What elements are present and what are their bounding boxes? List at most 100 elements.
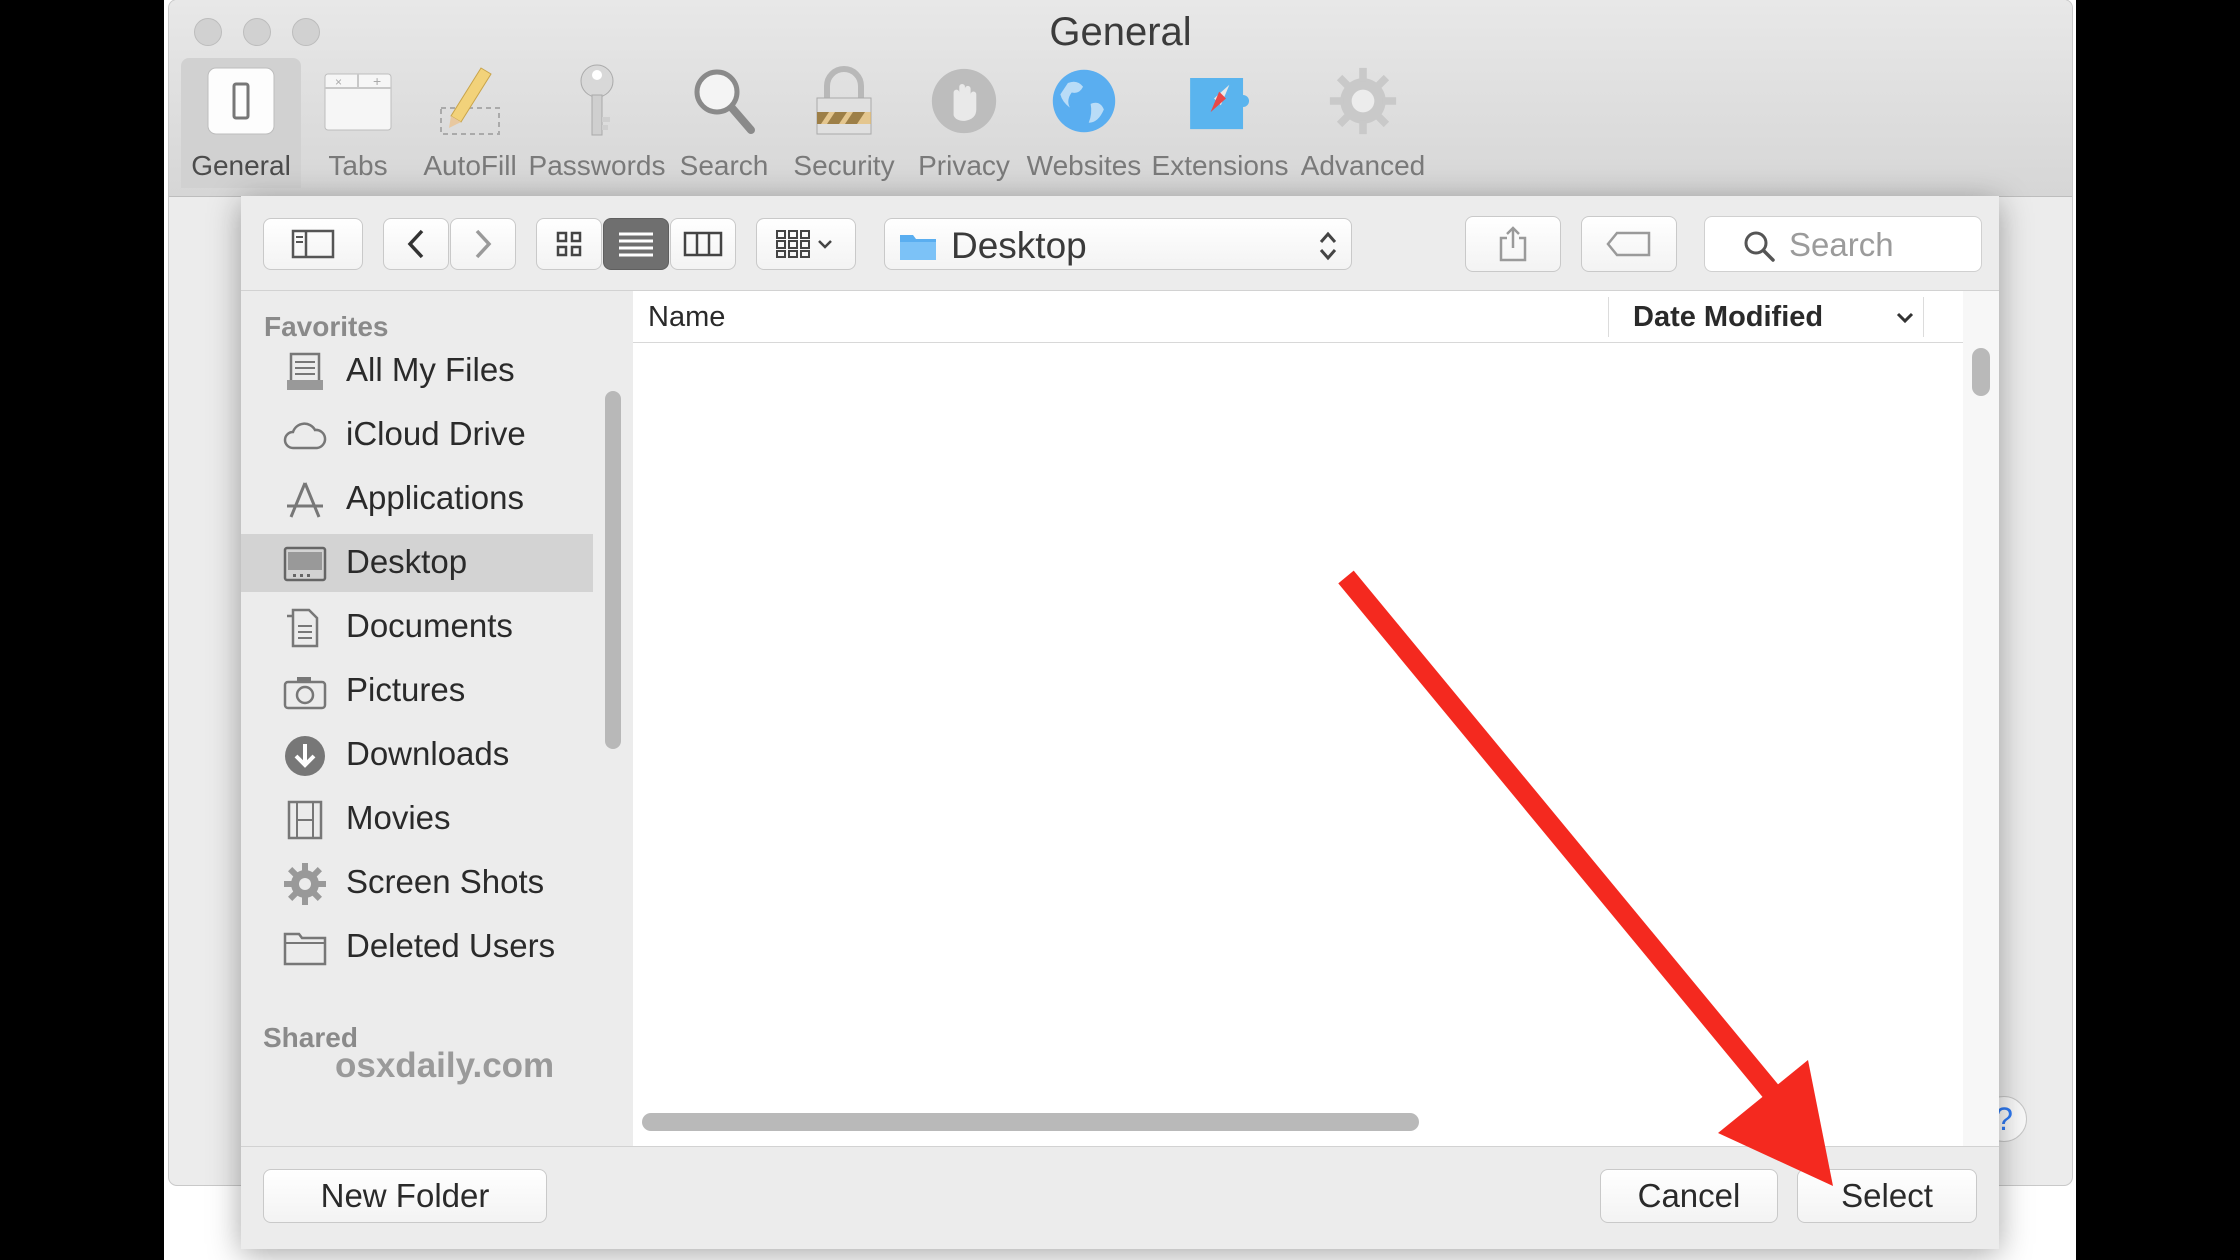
sidebar-item-applications[interactable]: Applications bbox=[241, 470, 593, 528]
tab-search-label: Search bbox=[679, 150, 769, 181]
gear-icon bbox=[283, 863, 327, 905]
open-panel: Desktop Search Favorites All My Files iC… bbox=[241, 196, 1999, 1249]
watermark: osxdaily.com bbox=[335, 1046, 555, 1085]
tab-passwords[interactable]: Passwords bbox=[527, 58, 667, 188]
sidebar-item-label: iCloud Drive bbox=[346, 415, 526, 452]
sidebar-item-all-my-files[interactable]: All My Files bbox=[241, 342, 593, 400]
tags-button[interactable] bbox=[1581, 216, 1677, 272]
tab-extensions[interactable]: Extensions bbox=[1147, 58, 1293, 188]
tag-icon bbox=[1606, 231, 1651, 257]
window-title: General bbox=[1049, 10, 1192, 54]
sidebar-item-icloud-drive[interactable]: iCloud Drive bbox=[241, 406, 593, 464]
tab-tabs[interactable]: × + Tabs bbox=[303, 58, 413, 188]
vertical-scrollbar[interactable] bbox=[1972, 348, 1990, 396]
gear-icon bbox=[1328, 64, 1398, 138]
tabs-icon: × + bbox=[323, 64, 393, 138]
file-list: Name Date Modified bbox=[633, 291, 1963, 1146]
share-button[interactable] bbox=[1465, 216, 1561, 272]
globe-icon bbox=[1049, 64, 1119, 138]
sidebar-item-deleted-users[interactable]: Deleted Users bbox=[241, 918, 593, 976]
tab-advanced-label: Advanced bbox=[1300, 150, 1426, 181]
hand-icon bbox=[929, 64, 999, 138]
tab-search[interactable]: Search bbox=[669, 58, 779, 188]
sidebar-item-desktop[interactable]: Desktop bbox=[241, 534, 593, 592]
sidebar-item-label: Applications bbox=[346, 479, 524, 516]
back-button[interactable] bbox=[383, 218, 449, 270]
tab-autofill-label: AutoFill bbox=[423, 150, 517, 181]
general-switch-icon bbox=[206, 64, 276, 138]
updown-chevron-icon bbox=[1319, 231, 1337, 261]
column-header-name[interactable]: Name bbox=[648, 301, 725, 334]
sidebar-item-label: All My Files bbox=[346, 351, 515, 388]
forward-button[interactable] bbox=[450, 218, 516, 270]
column-divider bbox=[1923, 297, 1924, 337]
folder-icon bbox=[900, 235, 936, 260]
column-view-button[interactable] bbox=[670, 218, 736, 270]
horizontal-scrollbar[interactable] bbox=[642, 1113, 1419, 1131]
desktop-icon bbox=[283, 544, 327, 584]
sidebar-item-label: Deleted Users bbox=[346, 927, 556, 964]
download-icon bbox=[283, 736, 327, 776]
chevron-right-icon bbox=[475, 229, 492, 259]
sidebar-item-label: Desktop bbox=[346, 543, 468, 580]
sidebar-item-downloads[interactable]: Downloads bbox=[241, 726, 593, 784]
sidebar-item-label: Screen Shots bbox=[346, 863, 545, 900]
tab-general-label: General bbox=[191, 150, 291, 181]
tab-advanced[interactable]: Advanced bbox=[1295, 58, 1431, 188]
search-placeholder: Search bbox=[1789, 226, 1894, 263]
sidebar-item-pictures[interactable]: Pictures bbox=[241, 662, 593, 720]
select-button[interactable]: Select bbox=[1797, 1169, 1977, 1223]
tab-security-label: Security bbox=[793, 150, 895, 181]
column-divider bbox=[1608, 297, 1609, 337]
tab-tabs-label: Tabs bbox=[328, 150, 388, 181]
sidebar-item-label: Downloads bbox=[346, 735, 510, 772]
location-popup[interactable]: Desktop bbox=[884, 218, 1352, 270]
folder-icon bbox=[283, 928, 327, 968]
panel-bottom-bar: New Folder Cancel Select bbox=[241, 1146, 1999, 1249]
puzzle-compass-icon bbox=[1185, 64, 1255, 138]
new-folder-button[interactable]: New Folder bbox=[263, 1169, 547, 1223]
cancel-button[interactable]: Cancel bbox=[1600, 1169, 1778, 1223]
screenshot-stage: General General × + Tabs AutoFill Passwor… bbox=[164, 0, 2076, 1260]
applications-icon bbox=[283, 480, 327, 520]
tab-passwords-label: Passwords bbox=[528, 150, 666, 181]
sidebar-toggle-button[interactable] bbox=[263, 218, 363, 270]
location-label: Desktop bbox=[951, 225, 1087, 266]
pencil-icon bbox=[435, 64, 505, 138]
icon-view-button[interactable] bbox=[536, 218, 602, 270]
documents-icon bbox=[283, 608, 327, 648]
favorites-header: Favorites bbox=[264, 311, 389, 342]
tab-autofill[interactable]: AutoFill bbox=[413, 58, 527, 188]
all-my-files-icon bbox=[283, 352, 327, 392]
share-icon bbox=[1499, 226, 1527, 262]
grid-icon bbox=[556, 231, 582, 257]
sidebar-item-screen-shots[interactable]: Screen Shots bbox=[241, 854, 593, 912]
column-header-date-modified[interactable]: Date Modified bbox=[1633, 301, 1823, 334]
columns-icon bbox=[683, 231, 723, 257]
list-view-button[interactable] bbox=[603, 218, 669, 270]
chevron-left-icon bbox=[407, 229, 424, 259]
list-icon bbox=[619, 232, 653, 257]
sidebar-item-label: Documents bbox=[346, 607, 513, 644]
cloud-icon bbox=[283, 416, 327, 456]
search-icon bbox=[1744, 231, 1775, 262]
arrange-icon bbox=[776, 230, 832, 258]
tab-websites[interactable]: Websites bbox=[1021, 58, 1147, 188]
panel-toolbar: Desktop Search bbox=[241, 196, 1999, 291]
tab-general[interactable]: General bbox=[181, 58, 301, 188]
tab-extensions-label: Extensions bbox=[1151, 150, 1289, 181]
tab-websites-label: Websites bbox=[1026, 150, 1142, 181]
tab-security[interactable]: Security bbox=[783, 58, 905, 188]
list-header: Name Date Modified bbox=[633, 291, 1963, 343]
sidebar-item-label: Movies bbox=[346, 799, 451, 836]
chevron-down-icon bbox=[1896, 312, 1914, 324]
search-field[interactable]: Search bbox=[1704, 216, 1982, 272]
sidebar-item-movies[interactable]: Movies bbox=[241, 790, 593, 848]
film-icon bbox=[283, 800, 327, 840]
arrange-menu-button[interactable] bbox=[756, 218, 856, 270]
camera-icon bbox=[283, 672, 327, 712]
svg-text:+: + bbox=[373, 73, 381, 89]
tab-privacy[interactable]: Privacy bbox=[909, 58, 1019, 188]
sidebar-scrollbar[interactable] bbox=[605, 391, 621, 749]
sidebar-item-documents[interactable]: Documents bbox=[241, 598, 593, 656]
